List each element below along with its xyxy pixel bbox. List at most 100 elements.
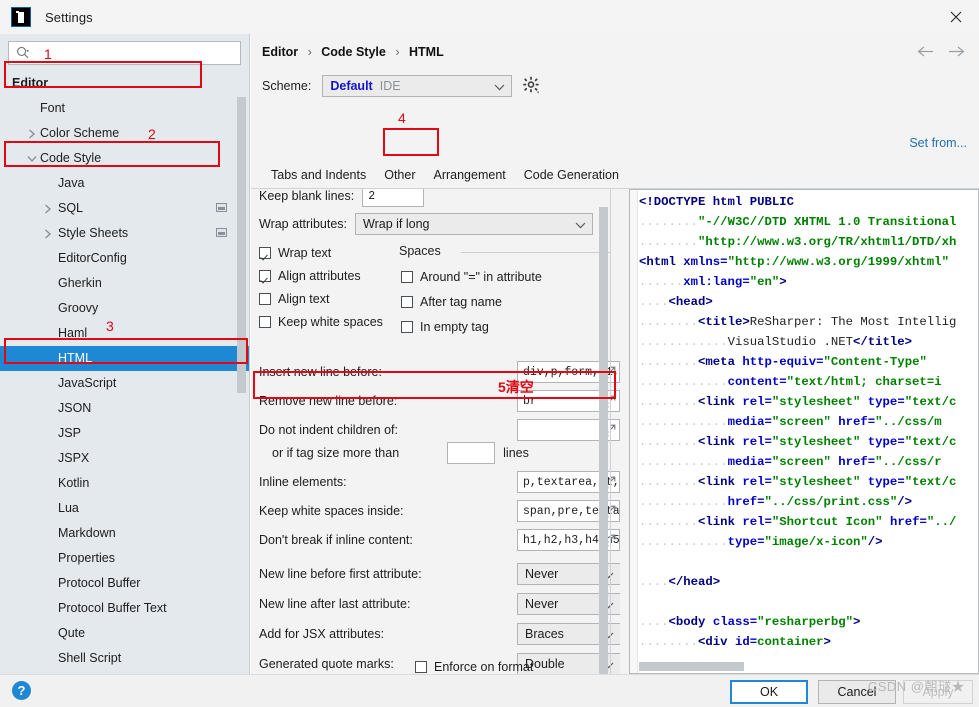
sidebar-item-groovy[interactable]: Groovy: [0, 296, 249, 321]
sidebar-item-kotlin[interactable]: Kotlin: [0, 471, 249, 496]
apply-button: Apply: [903, 680, 973, 704]
chevron-right-icon[interactable]: [42, 196, 54, 221]
sidebar-item-qute[interactable]: Qute: [0, 621, 249, 646]
sidebar-item-gherkin[interactable]: Gherkin: [0, 271, 249, 296]
sidebar-item-label: Markdown: [58, 526, 116, 540]
sidebar-item-label: Editor: [12, 76, 49, 90]
after-tag-name-checkbox[interactable]: [401, 296, 413, 308]
breadcrumb: Editor › Code Style › HTML: [262, 45, 444, 59]
sidebar-item-json[interactable]: JSON: [0, 396, 249, 421]
scheme-scope-label: IDE: [379, 79, 401, 93]
spaces-group-title: Spaces: [399, 244, 447, 258]
search-box[interactable]: [8, 41, 241, 65]
breadcrumb-item-editor[interactable]: Editor: [262, 45, 298, 59]
in-empty-tag-checkbox[interactable]: [401, 321, 413, 333]
sidebar-item-shell-script[interactable]: Shell Script: [0, 646, 249, 671]
sidebar-item-color-scheme[interactable]: Color Scheme: [0, 121, 249, 146]
sidebar-item-label: Properties: [58, 551, 115, 565]
cancel-button[interactable]: Cancel: [818, 680, 896, 704]
sidebar-item-editor[interactable]: Editor: [0, 71, 249, 96]
sidebar-item-label: Shell Script: [58, 651, 122, 665]
wrap-attributes-select[interactable]: Wrap if long: [355, 213, 594, 235]
sidebar-item-html[interactable]: HTML: [0, 346, 249, 371]
gear-icon[interactable]: [522, 76, 542, 96]
scheme-row: Scheme: Default IDE: [262, 75, 542, 97]
remove-new-line-before-label: Remove new line before:: [259, 394, 398, 408]
chevron-right-icon[interactable]: [26, 121, 38, 146]
sidebar-item-label: Qute: [58, 626, 86, 640]
tab-tabs-and-indents[interactable]: Tabs and Indents: [262, 164, 375, 187]
set-from-link[interactable]: Set from...: [909, 136, 967, 150]
editor-gutter: [630, 190, 638, 673]
form-scrollbar-thumb[interactable]: [599, 207, 608, 680]
chevron-right-icon[interactable]: [42, 221, 54, 246]
after-tag-name-label: After tag name: [420, 295, 502, 309]
sidebar-item-haml[interactable]: Haml: [0, 321, 249, 346]
sidebar-scrollbar-thumb[interactable]: [237, 97, 246, 393]
sidebar-item-label: Font: [40, 101, 66, 115]
tab-arrangement[interactable]: Arrangement: [424, 164, 514, 187]
keep-white-spaces-row[interactable]: Keep white spaces: [259, 309, 383, 335]
align-attributes-checkbox[interactable]: [259, 270, 271, 282]
sidebar-item-sql[interactable]: SQL: [0, 196, 249, 221]
wrap-attributes-row: Wrap attributes: Wrap if long: [259, 211, 594, 237]
title-bar: Settings: [0, 0, 979, 35]
keep-white-spaces-checkbox[interactable]: [259, 316, 271, 328]
code-style-form: Keep blank lines: 2 Wrap attributes: Wra…: [251, 189, 620, 674]
remove-new-line-before-value: br: [523, 394, 537, 408]
settings-dialog: Settings Editor Font Color Scheme Code Styl…: [0, 0, 979, 707]
sidebar-item-font[interactable]: Font: [0, 96, 249, 121]
breadcrumb-item-html[interactable]: HTML: [409, 45, 444, 59]
sidebar-item-code-style[interactable]: Code Style: [0, 146, 249, 171]
sidebar-item-protocol-buffer[interactable]: Protocol Buffer: [0, 571, 249, 596]
sidebar-item-jspx[interactable]: JSPX: [0, 446, 249, 471]
sidebar-item-java[interactable]: Java: [0, 171, 249, 196]
search-input[interactable]: [34, 42, 240, 64]
tab-code-generation[interactable]: Code Generation: [515, 164, 628, 187]
wrap-text-checkbox[interactable]: [259, 247, 271, 259]
sidebar-item-style-sheets[interactable]: Style Sheets: [0, 221, 249, 246]
sidebar-item-javascript[interactable]: JavaScript: [0, 371, 249, 396]
ok-button[interactable]: OK: [730, 680, 808, 704]
sidebar-item-label: JSON: [58, 401, 92, 415]
sidebar-item-editorconfig[interactable]: EditorConfig: [0, 246, 249, 271]
arrow-left-icon[interactable]: [917, 45, 934, 60]
around-in-attribute-checkbox[interactable]: [401, 271, 413, 283]
breadcrumb-separator: ›: [307, 45, 312, 59]
scheme-selected-value: Default: [330, 79, 373, 93]
breadcrumb-item-code-style[interactable]: Code Style: [321, 45, 386, 59]
add-for-jsx-attributes-value: Braces: [525, 627, 564, 641]
sidebar-item-jsp[interactable]: JSP: [0, 421, 249, 446]
generated-quote-marks-label: Generated quote marks:: [259, 657, 394, 671]
align-text-checkbox[interactable]: [259, 293, 271, 305]
code-preview-hscrollbar[interactable]: [639, 662, 744, 671]
enforce-on-format-checkbox[interactable]: [415, 661, 427, 673]
settings-tabs[interactable]: Tabs and Indents Other Arrangement Code Gen…: [262, 164, 628, 187]
sidebar-item-properties[interactable]: Properties: [0, 546, 249, 571]
tab-other[interactable]: Other: [375, 164, 424, 187]
code-preview[interactable]: <!DOCTYPE html PUBLIC ........"-//W3C//D…: [629, 189, 979, 674]
scheme-label: Scheme:: [262, 79, 312, 93]
insert-new-line-before-row: Insert new line before:div,p,form,h1,h2,…: [259, 359, 620, 385]
in-empty-tag-row[interactable]: In empty tag: [401, 314, 489, 340]
chevron-down-icon[interactable]: [26, 146, 38, 171]
keep-blank-lines-value: 2: [368, 189, 376, 203]
settings-sidebar: Editor Font Color Scheme Code Style Java SQL S…: [0, 34, 250, 674]
sidebar-item-label: Groovy: [58, 301, 99, 315]
sidebar-item-lua[interactable]: Lua: [0, 496, 249, 521]
sidebar-item-label: Kotlin: [58, 476, 90, 490]
sidebar-item-markdown[interactable]: Markdown: [0, 521, 249, 546]
after-tag-name-row[interactable]: After tag name: [401, 289, 502, 315]
around-in-attribute-row[interactable]: Around "=" in attribute: [401, 264, 542, 290]
close-icon[interactable]: [933, 0, 979, 34]
sidebar-item-protocol-buffer-text[interactable]: Protocol Buffer Text: [0, 596, 249, 621]
help-icon[interactable]: ?: [12, 681, 31, 700]
keep-blank-lines-input[interactable]: 2: [362, 189, 425, 207]
enforce-on-format-row[interactable]: Enforce on format: [415, 654, 533, 674]
arrow-right-icon[interactable]: [948, 45, 965, 60]
sidebar-item-label: Gherkin: [58, 276, 102, 290]
add-for-jsx-attributes-label: Add for JSX attributes:: [259, 627, 385, 641]
tag-size-input[interactable]: [447, 442, 496, 464]
scheme-select[interactable]: Default IDE: [322, 75, 513, 97]
settings-tree[interactable]: Editor Font Color Scheme Code Style Java SQL S…: [0, 71, 249, 674]
